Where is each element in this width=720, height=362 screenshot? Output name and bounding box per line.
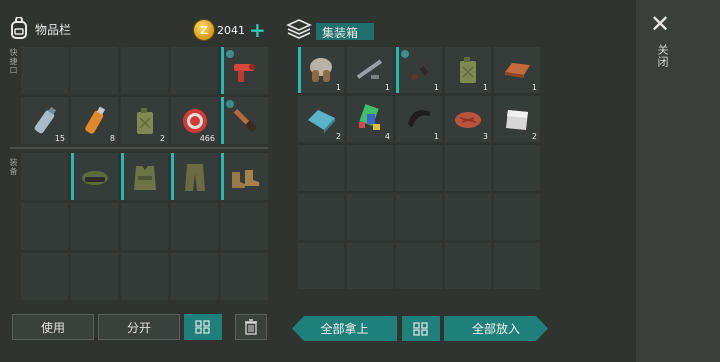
container-slot[interactable]: 2 <box>298 96 344 142</box>
item-count: 1 <box>433 132 439 141</box>
put-all-button[interactable]: 全部放入 <box>444 316 548 341</box>
container-slot[interactable] <box>494 145 540 191</box>
container-grid: 1 1 1 1 1 2 4 1 3 2 <box>298 47 540 289</box>
equip-label: 装备 <box>9 158 18 176</box>
inventory-title: 物品栏 <box>35 23 72 37</box>
container-slot[interactable] <box>494 194 540 240</box>
container-slot[interactable] <box>347 145 393 191</box>
inventory-grid: 15 8 2 466 <box>21 47 268 144</box>
equipment-slot[interactable] <box>221 153 268 200</box>
inventory-divider <box>10 147 268 149</box>
container-slot[interactable] <box>396 243 442 289</box>
item-count: 15 <box>54 134 65 143</box>
inventory-slot[interactable]: 466 <box>171 97 218 144</box>
item-count: 8 <box>109 134 115 143</box>
container-slot[interactable]: 1 <box>494 47 540 93</box>
item-count: 1 <box>384 83 390 92</box>
inventory-slot[interactable] <box>221 203 268 250</box>
inventory-slot[interactable] <box>121 253 168 300</box>
container-slot[interactable] <box>396 145 442 191</box>
inventory-slot[interactable] <box>171 47 218 94</box>
backpack-icon <box>10 16 28 43</box>
coin-icon: Z <box>194 20 214 40</box>
equipment-slot[interactable] <box>171 153 218 200</box>
container-slot[interactable] <box>298 194 344 240</box>
container-slot[interactable]: 2 <box>494 96 540 142</box>
inventory-slot[interactable] <box>21 47 68 94</box>
close-label[interactable]: 关闭 <box>654 44 670 68</box>
container-slot[interactable]: 1 <box>298 47 344 93</box>
inventory-slot[interactable] <box>21 253 68 300</box>
equipment-grid <box>21 153 268 200</box>
inventory-slot[interactable]: 8 <box>71 97 118 144</box>
container-slot[interactable]: 1 <box>347 47 393 93</box>
container-slot[interactable] <box>445 194 491 240</box>
item-count: 1 <box>335 83 341 92</box>
split-button[interactable]: 分开 <box>98 314 180 340</box>
container-slot[interactable] <box>298 243 344 289</box>
container-title: 集装箱 <box>322 26 359 40</box>
container-slot[interactable] <box>347 243 393 289</box>
container-slot[interactable]: 3 <box>445 96 491 142</box>
stack-layers-icon <box>286 18 312 44</box>
inventory-slot[interactable]: 15 <box>21 97 68 144</box>
close-icon[interactable]: ✕ <box>650 12 670 36</box>
inventory-slot[interactable] <box>71 47 118 94</box>
item-count: 1 <box>482 83 488 92</box>
inventory-slot[interactable] <box>221 253 268 300</box>
grid-arrange-icon[interactable] <box>184 314 222 340</box>
item-count: 466 <box>199 134 215 143</box>
right-sidebar <box>636 0 720 362</box>
container-slot[interactable] <box>396 194 442 240</box>
container-title-tag: 集装箱 <box>316 23 374 40</box>
container-slot[interactable] <box>347 194 393 240</box>
inventory-slot[interactable]: 2 <box>121 97 168 144</box>
inventory-empty-grid <box>21 203 268 300</box>
equipment-slot[interactable] <box>71 153 118 200</box>
inventory-slot[interactable] <box>171 203 218 250</box>
inventory-slot[interactable] <box>121 203 168 250</box>
container-slot[interactable]: 1 <box>396 96 442 142</box>
take-all-button[interactable]: 全部拿上 <box>292 316 397 341</box>
use-button[interactable]: 使用 <box>12 314 94 340</box>
inventory-slot[interactable] <box>71 203 118 250</box>
item-count: 1 <box>531 83 537 92</box>
item-count: 3 <box>482 132 488 141</box>
container-slot[interactable] <box>298 145 344 191</box>
trash-icon[interactable] <box>235 314 267 340</box>
container-slot[interactable] <box>494 243 540 289</box>
container-slot[interactable] <box>445 243 491 289</box>
item-count: 2 <box>335 132 341 141</box>
inventory-slot[interactable] <box>21 203 68 250</box>
inventory-slot[interactable] <box>71 253 118 300</box>
item-count: 2 <box>159 134 165 143</box>
inventory-slot[interactable] <box>121 47 168 94</box>
inventory-slot[interactable] <box>221 47 268 94</box>
item-count: 1 <box>433 83 439 92</box>
container-slot[interactable]: 4 <box>347 96 393 142</box>
container-slot[interactable]: 1 <box>445 47 491 93</box>
coin-count: 2041 <box>217 24 245 37</box>
item-count: 4 <box>384 132 390 141</box>
container-slot[interactable] <box>445 145 491 191</box>
inventory-slot[interactable] <box>221 97 268 144</box>
grid-arrange-icon[interactable] <box>402 316 440 341</box>
equipment-slot[interactable] <box>121 153 168 200</box>
equipment-slot[interactable] <box>21 153 68 200</box>
add-coins-button[interactable]: + <box>249 20 266 40</box>
item-count: 2 <box>531 132 537 141</box>
container-slot[interactable]: 1 <box>396 47 442 93</box>
hotbar-label: 快捷口 <box>9 48 18 75</box>
inventory-slot[interactable] <box>171 253 218 300</box>
